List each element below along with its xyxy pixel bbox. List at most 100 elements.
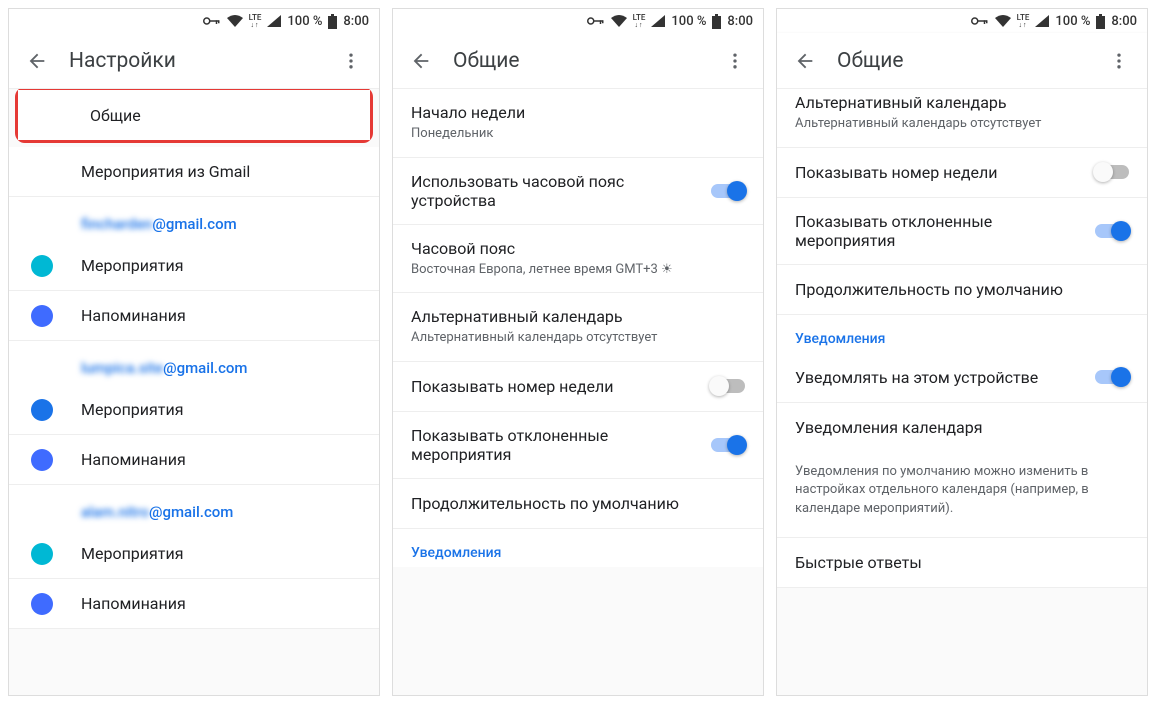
overflow-menu-button[interactable] [331,41,371,81]
overflow-menu-button[interactable] [1099,41,1139,81]
clock-text: 8:00 [1111,14,1137,29]
back-arrow-icon [26,50,48,72]
item-label: Продолжительность по умолчанию [795,280,1129,299]
item-label: Начало недели [411,103,745,122]
battery-icon [712,14,721,29]
phone-settings: LTE↓↑ 100 % 8:00 Настройки Общие Меропри… [8,8,380,696]
setting-alt-calendar[interactable]: Альтернативный календарь Альтернативный … [393,293,763,362]
wifi-icon [995,15,1011,27]
back-button[interactable] [17,41,57,81]
item-value: Восточная Европа, летнее время GMT+3 ☀ [411,261,745,279]
setting-show-declined[interactable]: Показывать отклоненные мероприятия [393,412,763,479]
setting-notify-device[interactable]: Уведомлять на этом устройстве [777,353,1147,403]
item-label: Уведомления календаря [795,418,1129,437]
battery-text: 100 % [1055,14,1090,29]
account-email: fincharden@gmail.com [9,197,379,241]
calendar-color-dot [31,543,53,565]
toggle-switch[interactable] [1095,165,1129,179]
account-reminders[interactable]: Напоминания [9,435,379,485]
status-bar: LTE↓↑ 100 % 8:00 [777,9,1147,33]
account-email: lumpica.site@gmail.com [9,341,379,385]
item-label: Мероприятия [81,400,361,419]
status-bar: LTE↓↑ 100 % 8:00 [9,9,379,33]
notifications-note: Уведомления по умолчанию можно изменить … [777,453,1147,539]
phone-general-top: LTE↓↑ 100 % 8:00 Общие Начало недели Пон… [392,8,764,696]
setting-default-duration[interactable]: Продолжительность по умолчанию [393,479,763,529]
item-label: Напоминания [81,450,361,469]
toggle-switch[interactable] [1095,224,1129,238]
item-label: Часовой пояс [411,239,745,258]
item-label: Мероприятия [81,544,361,563]
back-button[interactable] [401,41,441,81]
calendar-color-dot [31,399,53,421]
setting-default-duration[interactable]: Продолжительность по умолчанию [777,265,1147,315]
toggle-switch[interactable] [711,438,745,452]
signal-icon [1035,15,1049,27]
setting-quick-replies[interactable]: Быстрые ответы [777,538,1147,588]
setting-use-device-tz[interactable]: Использовать часовой пояс устройства [393,158,763,225]
status-bar: LTE↓↑ 100 % 8:00 [393,9,763,33]
more-vert-icon [341,51,361,71]
battery-text: 100 % [287,14,322,29]
overflow-menu-button[interactable] [715,41,755,81]
setting-show-week-number[interactable]: Показывать номер недели [777,148,1147,198]
battery-text: 100 % [671,14,706,29]
general-list-scrolled: Альтернативный календарь Альтернативный … [777,89,1147,695]
item-value: Альтернативный календарь отсутствует [795,115,1129,133]
app-bar: Настройки [9,33,379,89]
network-lte-icon: LTE↓↑ [633,14,646,29]
item-label: Быстрые ответы [795,553,1129,572]
item-label: Общие [90,106,352,125]
setting-alt-calendar[interactable]: Альтернативный календарь Альтернативный … [777,89,1147,148]
toggle-switch[interactable] [711,379,745,393]
back-arrow-icon [410,50,432,72]
settings-item-gmail-events[interactable]: Мероприятия из Gmail [9,147,379,197]
highlight-annotation: Общие [15,89,373,143]
more-vert-icon [725,51,745,71]
network-lte-icon: LTE↓↑ [249,14,262,29]
item-label: Уведомлять на этом устройстве [795,368,1077,387]
item-label: Напоминания [81,594,361,613]
back-button[interactable] [785,41,825,81]
account-reminders[interactable]: Напоминания [9,291,379,341]
item-label: Показывать отклоненные мероприятия [795,212,1077,250]
calendar-color-dot [31,255,53,277]
calendar-color-dot [31,305,53,327]
back-arrow-icon [794,50,816,72]
battery-icon [328,14,337,29]
setting-timezone[interactable]: Часовой пояс Восточная Европа, летнее вр… [393,225,763,294]
account-events[interactable]: Мероприятия [9,385,379,435]
item-label: Показывать отклоненные мероприятия [411,426,693,464]
more-vert-icon [1109,51,1129,71]
setting-week-start[interactable]: Начало недели Понедельник [393,89,763,158]
battery-icon [1096,14,1105,29]
clock-text: 8:00 [727,14,753,29]
item-label: Мероприятия [81,256,361,275]
settings-item-general[interactable]: Общие [18,90,370,140]
app-bar: Общие [393,33,763,89]
page-title: Настройки [57,49,331,73]
calendar-color-dot [31,593,53,615]
item-label: Продолжительность по умолчанию [411,494,745,513]
page-title: Общие [825,49,1099,73]
setting-show-week-number[interactable]: Показывать номер недели [393,362,763,412]
account-events[interactable]: Мероприятия [9,241,379,291]
account-reminders[interactable]: Напоминания [9,579,379,629]
account-events[interactable]: Мероприятия [9,529,379,579]
toggle-switch[interactable] [711,184,745,198]
page-title: Общие [441,49,715,73]
phone-general-scrolled: LTE↓↑ 100 % 8:00 Общие Альтернативный ка… [776,8,1148,696]
item-label: Мероприятия из Gmail [81,162,361,181]
section-header-notifications: Уведомления [777,315,1147,353]
clock-text: 8:00 [343,14,369,29]
toggle-switch[interactable] [1095,370,1129,384]
signal-icon [651,15,665,27]
setting-calendar-notifications[interactable]: Уведомления календаря [777,403,1147,453]
general-list: Начало недели Понедельник Использовать ч… [393,89,763,695]
calendar-color-dot [31,449,53,471]
item-label: Показывать номер недели [795,163,1077,182]
setting-show-declined[interactable]: Показывать отклоненные мероприятия [777,198,1147,265]
account-email: alam.nitro@gmail.com [9,485,379,529]
wifi-icon [227,15,243,27]
vpn-key-icon [587,15,605,27]
